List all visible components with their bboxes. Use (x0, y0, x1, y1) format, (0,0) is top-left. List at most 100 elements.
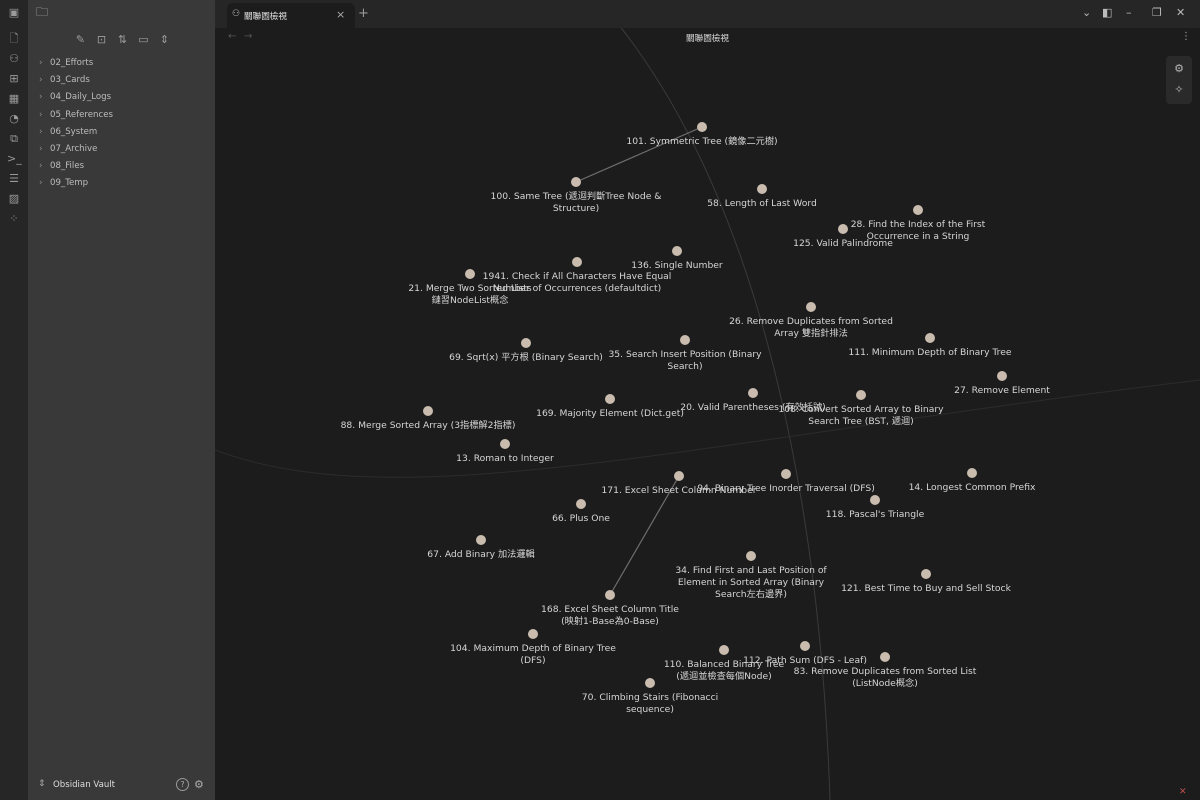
graph-node[interactable]: 168. Excel Sheet Column Title(映射1-Base為0… (541, 590, 679, 627)
graph-node[interactable]: 66. Plus One (552, 499, 610, 524)
graph-node-label: 111. Minimum Depth of Binary Tree (848, 347, 1011, 358)
sidebar-toggle-icon[interactable]: ▣ (7, 6, 21, 20)
graph-node-dot[interactable] (800, 641, 810, 651)
graph-node-dot[interactable] (572, 257, 582, 267)
window-close-icon[interactable]: ✕ (1176, 6, 1185, 19)
graph-node[interactable]: 70. Climbing Stairs (Fibonaccisequence) (582, 678, 718, 715)
graph-icon[interactable]: ⚇ (7, 52, 21, 66)
new-note-icon[interactable]: ✎ (74, 33, 87, 46)
settings-gear-icon[interactable]: ⚙ (194, 778, 204, 791)
graph-node-dot[interactable] (697, 122, 707, 132)
folder-item[interactable]: › 09_Temp (28, 175, 215, 192)
graph-node[interactable]: 14. Longest Common Prefix (909, 468, 1036, 493)
graph-node-dot[interactable] (605, 394, 615, 404)
graph-node-dot[interactable] (997, 371, 1007, 381)
image-icon[interactable]: ▨ (7, 192, 21, 206)
graph-settings-gear-icon[interactable]: ⚙ (1173, 63, 1185, 75)
graph-node[interactable]: 108. Convert Sorted Array to BinarySearc… (778, 390, 944, 427)
graph-node[interactable]: 88. Merge Sorted Array (3指標解2指標) (341, 406, 516, 431)
graph-node[interactable]: 94. Binary Tree Inorder Traversal (DFS) (697, 469, 875, 494)
folder-item[interactable]: › 07_Archive (28, 141, 215, 158)
graph-node-dot[interactable] (465, 269, 475, 279)
graph-node-dot[interactable] (913, 205, 923, 215)
graph-node-dot[interactable] (838, 224, 848, 234)
graph-node[interactable]: 118. Pascal's Triangle (826, 495, 925, 520)
folder-item[interactable]: › 04_Daily_Logs (28, 89, 215, 106)
graph-node[interactable]: 28. Find the Index of the FirstOccurrenc… (851, 205, 986, 242)
graph-node[interactable]: 121. Best Time to Buy and Sell Stock (841, 569, 1012, 594)
graph-node[interactable]: 13. Roman to Integer (456, 439, 554, 464)
graph-node-dot[interactable] (967, 468, 977, 478)
graph-node-dot[interactable] (645, 678, 655, 688)
folder-item[interactable]: › 05_References (28, 107, 215, 124)
folder-item[interactable]: › 08_Files (28, 158, 215, 175)
calendar-icon[interactable]: ▦ (7, 92, 21, 106)
close-icon[interactable]: × (336, 8, 345, 21)
graph-node-dot[interactable] (880, 652, 890, 662)
graph-view-canvas[interactable]: 101. Symmetric Tree (鏡像二元樹) 100. Same Tre… (215, 0, 1200, 800)
graph-node-dot[interactable] (528, 629, 538, 639)
expand-all-icon[interactable]: ⇕ (158, 33, 171, 46)
graph-node[interactable]: 27. Remove Element (954, 371, 1050, 396)
graph-node[interactable]: 111. Minimum Depth of Binary Tree (848, 333, 1012, 358)
graph-node-dot[interactable] (781, 469, 791, 479)
graph-node[interactable]: 104. Maximum Depth of Binary Tree(DFS) (450, 629, 616, 666)
graph-node-dot[interactable] (674, 471, 684, 481)
graph-node-dot[interactable] (746, 551, 756, 561)
graph-node-dot[interactable] (500, 439, 510, 449)
sidebar-right-icon[interactable]: ◧ (1102, 6, 1112, 19)
graph-node-dot[interactable] (921, 569, 931, 579)
graph-node-dot[interactable] (719, 645, 729, 655)
graph-node-dot[interactable] (672, 246, 682, 256)
graph-node[interactable]: 110. Balanced Binary Tree(遞迴並檢查每個Node) (664, 645, 785, 682)
grid-icon[interactable]: ⊞ (7, 72, 21, 86)
graph-node[interactable]: 34. Find First and Last Position ofEleme… (675, 551, 827, 600)
graph-node[interactable]: 58. Length of Last Word (707, 184, 817, 209)
vault-switcher[interactable]: ⇕ Obsidian Vault ? ⚙ (28, 772, 215, 800)
chevron-down-icon[interactable]: ⌄ (1082, 6, 1091, 19)
graph-node-dot[interactable] (806, 302, 816, 312)
blocks-icon[interactable]: ⁘ (7, 212, 21, 226)
folder-label: 06_System (50, 126, 98, 137)
folder-item[interactable]: › 02_Efforts (28, 55, 215, 72)
magic-wand-icon[interactable]: ✧ (1173, 84, 1185, 96)
graph-node-dot[interactable] (571, 177, 581, 187)
graph-node[interactable]: 169. Majority Element (Dict.get) (536, 394, 684, 419)
graph-node-label: 136. Single Number (631, 260, 723, 271)
graph-node-dot[interactable] (576, 499, 586, 509)
tab-graph-view[interactable]: ⚇ 關聯圖檢視 × (227, 3, 355, 28)
file-icon[interactable]: 🗋 (7, 32, 21, 46)
copy-icon[interactable]: ⧉ (7, 132, 21, 146)
restore-icon[interactable]: ❐ (1152, 6, 1162, 19)
graph-node[interactable]: 35. Search Insert Position (BinarySearch… (608, 335, 762, 372)
new-tab-icon[interactable]: + (358, 6, 369, 21)
graph-node-dot[interactable] (605, 590, 615, 600)
graph-node-dot[interactable] (757, 184, 767, 194)
collapse-icon[interactable]: ▭ (137, 33, 150, 46)
graph-node-dot[interactable] (870, 495, 880, 505)
terminal-icon[interactable]: >_ (7, 152, 22, 166)
folder-icon[interactable]: 🗀 (36, 6, 50, 18)
graph-node-dot[interactable] (680, 335, 690, 345)
graph-node-dot[interactable] (748, 388, 758, 398)
clock-icon[interactable]: ◔ (7, 112, 21, 126)
graph-node[interactable]: 67. Add Binary 加法邏輯 (427, 535, 535, 560)
minimize-icon[interactable]: – (1126, 6, 1132, 19)
graph-node[interactable]: 69. Sqrt(x) 平方根 (Binary Search) (449, 338, 603, 363)
folder-item[interactable]: › 03_Cards (28, 72, 215, 89)
graph-node[interactable]: 100. Same Tree (遞迴判斷Tree Node &Structure… (491, 177, 662, 214)
folder-item[interactable]: › 06_System (28, 124, 215, 141)
graph-node-dot[interactable] (856, 390, 866, 400)
graph-node[interactable]: 26. Remove Duplicates from SortedArray 雙… (729, 302, 893, 339)
graph-node-dot[interactable] (521, 338, 531, 348)
graph-node-dot[interactable] (423, 406, 433, 416)
graph-node-dot[interactable] (476, 535, 486, 545)
graph-node-dot[interactable] (925, 333, 935, 343)
new-folder-icon[interactable]: ⊡ (95, 33, 108, 46)
graph-node[interactable]: 101. Symmetric Tree (鏡像二元樹) (626, 122, 778, 147)
graph-node[interactable]: 136. Single Number (631, 246, 723, 271)
sort-icon[interactable]: ⇅ (116, 33, 129, 46)
more-options-icon[interactable]: ⋮ (1181, 31, 1191, 42)
help-icon[interactable]: ? (176, 778, 189, 791)
list-icon[interactable]: ☰ (7, 172, 21, 186)
